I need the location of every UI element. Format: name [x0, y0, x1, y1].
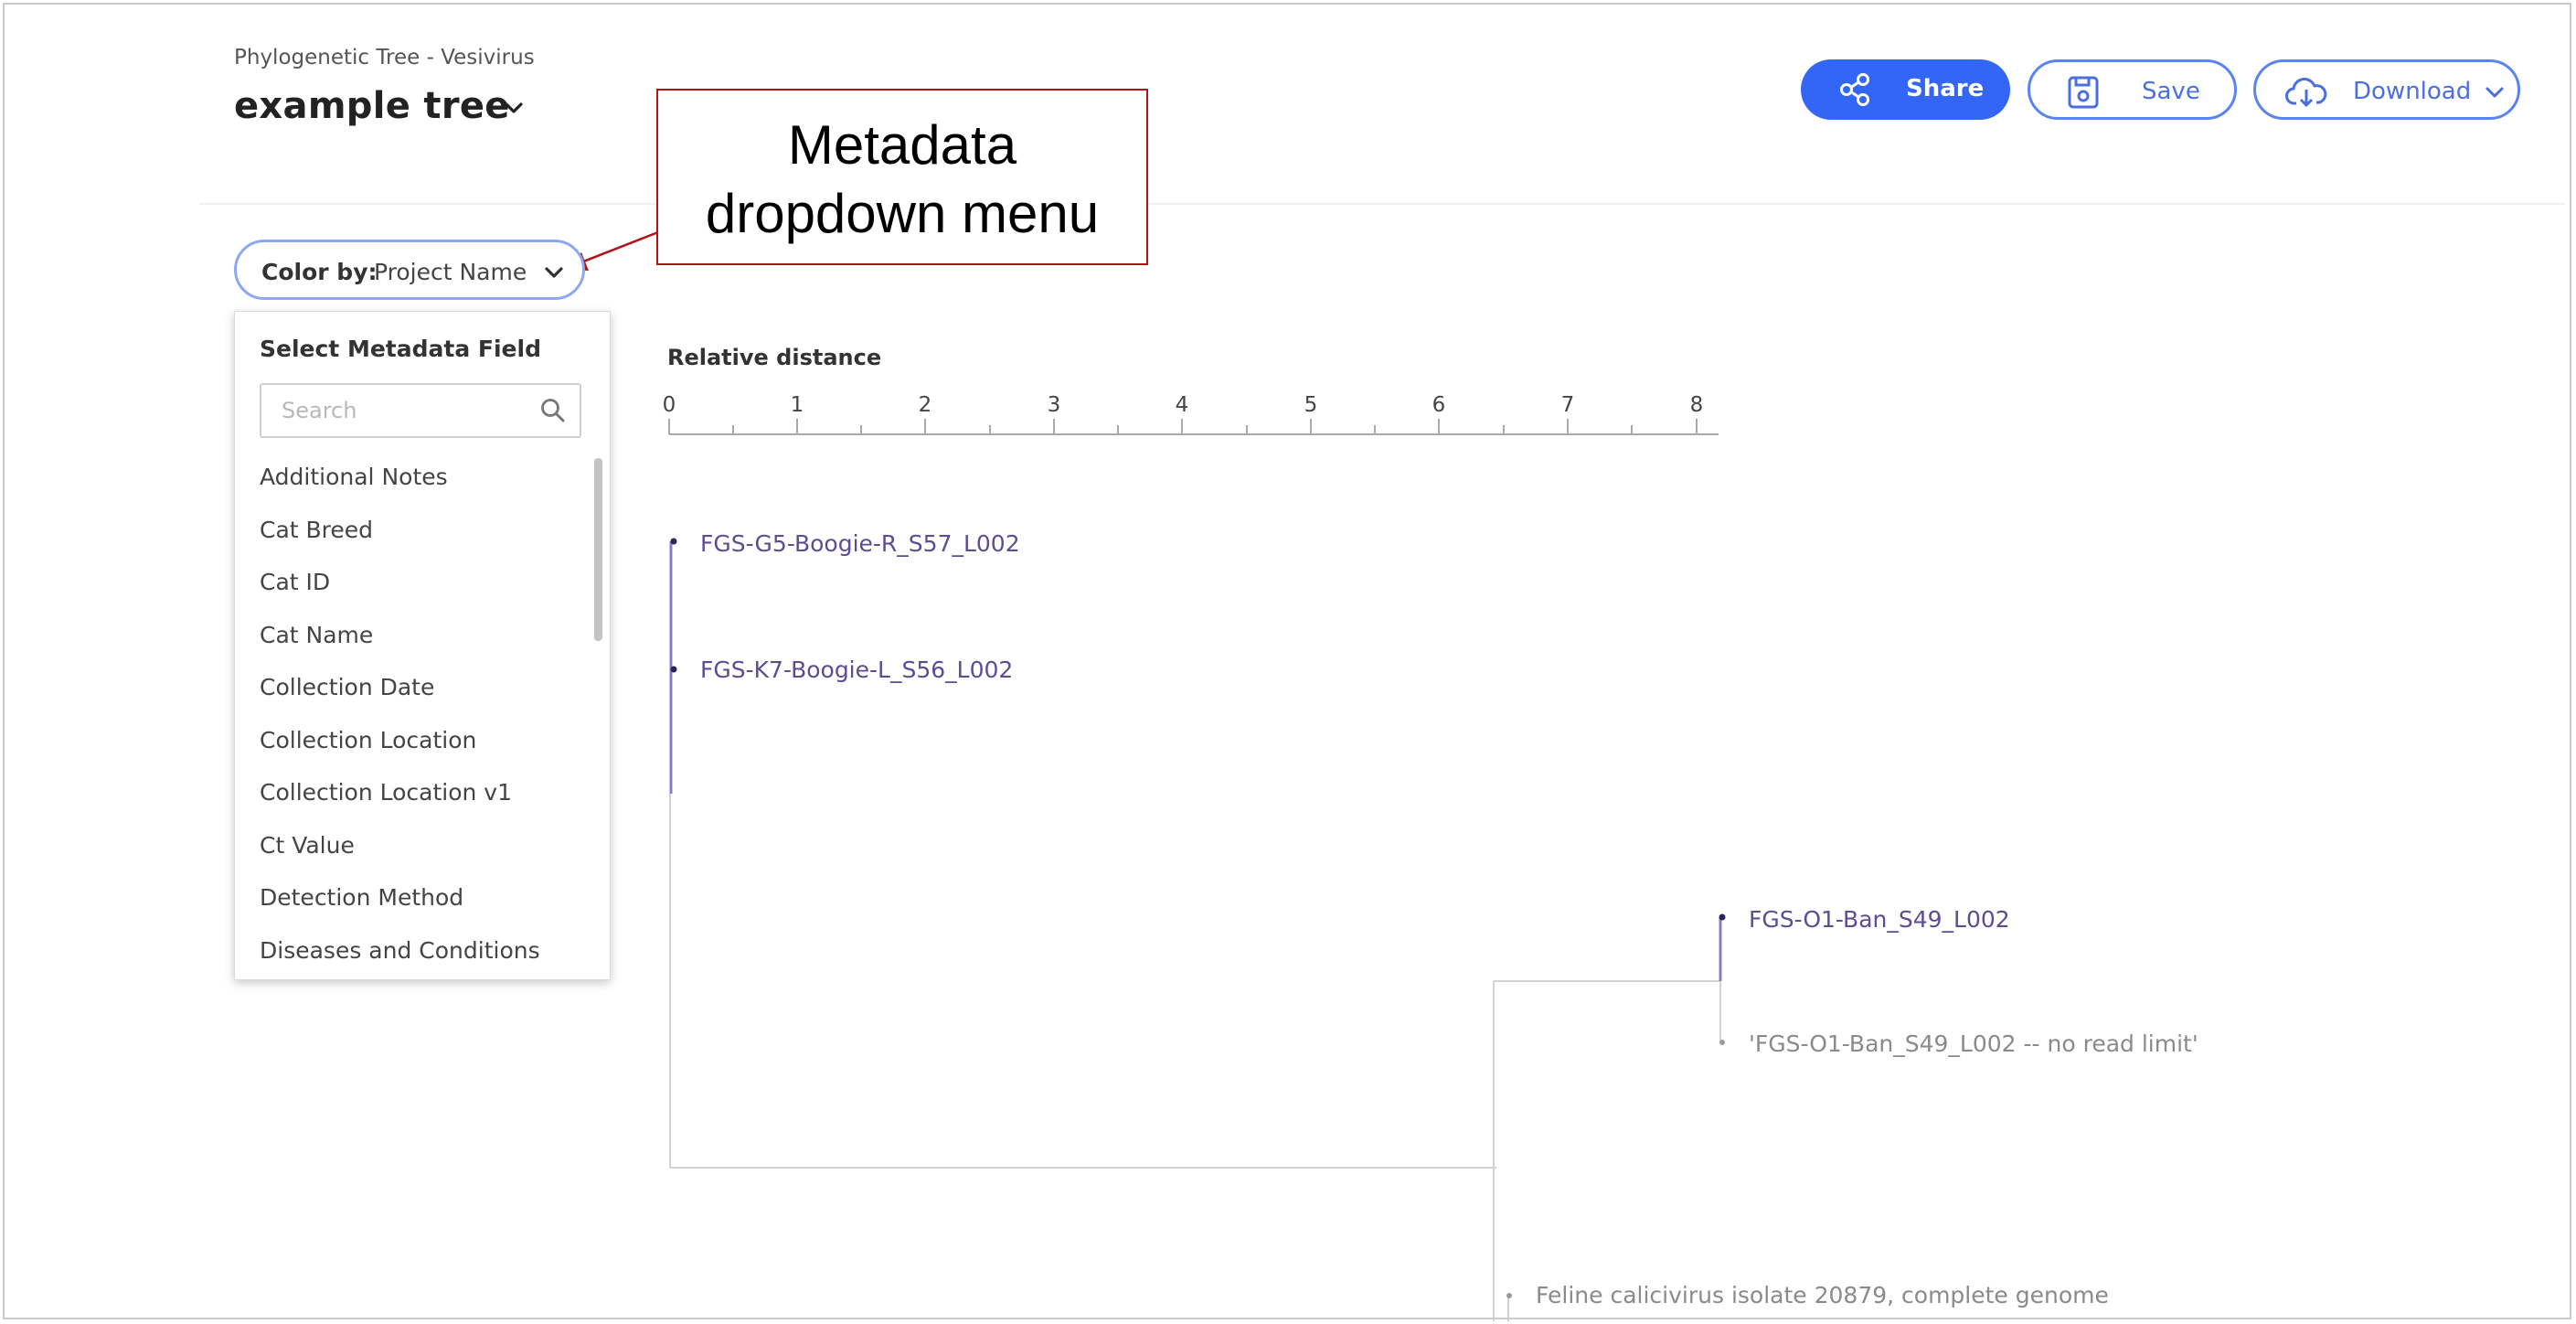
tree-leaf-label[interactable]: FGS-G5-Boogie-R_S57_L002 — [700, 530, 1020, 557]
phylogenetic-tree — [668, 419, 1726, 1321]
distance-axis — [668, 419, 1719, 435]
tree-branches — [669, 538, 1726, 1321]
tree-leaf-label[interactable]: 'FGS-O1-Ban_S49_L002 -- no read limit' — [1749, 1030, 2198, 1057]
tree-leaf-label[interactable]: FGS-K7-Boogie-L_S56_L002 — [700, 657, 1013, 683]
tree-leaf-label[interactable]: Feline calicivirus isolate 20879, comple… — [1536, 1282, 2109, 1308]
tree-leaf-label[interactable]: FGS-O1-Ban_S49_L002 — [1749, 906, 2010, 933]
